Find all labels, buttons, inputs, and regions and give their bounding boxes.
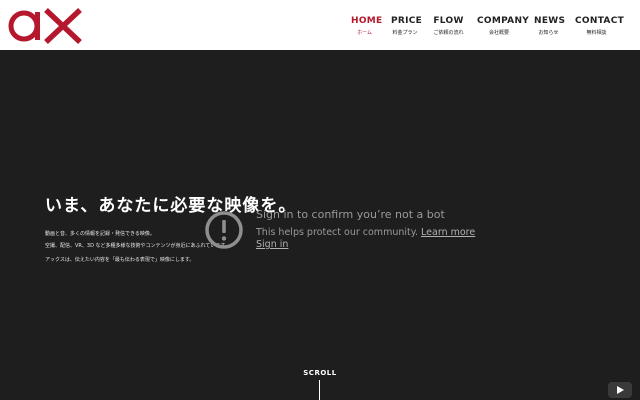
- nav-item-sublabel: 無料相談: [586, 30, 607, 36]
- scroll-label: SCROLL: [303, 369, 337, 377]
- nav-item-label: NEWS: [534, 16, 566, 26]
- nav-item-sublabel: ホーム: [357, 30, 372, 36]
- nav-item-flow[interactable]: FLOW ご依頼の流れ: [432, 15, 465, 37]
- nav-item-label: PRICE: [391, 16, 423, 26]
- learn-more-link[interactable]: Learn more: [421, 227, 475, 238]
- video-play-button[interactable]: [608, 382, 632, 398]
- bot-check-title: Sign in to confirm you’re not a bot: [256, 208, 445, 221]
- play-icon: [617, 386, 624, 394]
- hero-description-line: アックスは、伝えたい内容を「最も伝わる表現で」映像にします。: [45, 257, 195, 263]
- nav-item-sublabel: お知らせ: [538, 30, 559, 36]
- main-nav: HOME ホーム PRICE 料金プラン FLOW ご依頼の流れ COMPANY…: [0, 15, 640, 45]
- nav-item-contact[interactable]: CONTACT 無料相談: [575, 15, 625, 37]
- nav-item-company[interactable]: COMPANY 会社概要: [477, 15, 530, 37]
- nav-item-label: FLOW: [433, 16, 464, 26]
- nav-item-sublabel: ご依頼の流れ: [433, 30, 464, 36]
- hero-description-line: 動画と音、多くの情報を記録・発信できる映像。: [45, 231, 155, 237]
- bot-check-message: This helps protect our community.: [256, 227, 419, 238]
- nav-item-price[interactable]: PRICE 料金プラン: [391, 15, 423, 37]
- nav-item-home[interactable]: HOME ホーム: [351, 15, 383, 37]
- site-header: HOME ホーム PRICE 料金プラン FLOW ご依頼の流れ COMPANY…: [0, 0, 640, 50]
- alert-circle-icon: [204, 210, 244, 254]
- hero-description-line: 空撮、配信、VR、3D など多種多様な技術やコンテンツが身近にあふれています。: [45, 243, 230, 249]
- scroll-indicator-line: [319, 380, 320, 400]
- sign-in-link[interactable]: Sign in: [256, 239, 288, 251]
- nav-item-label: COMPANY: [477, 16, 530, 26]
- nav-item-sublabel: 料金プラン: [392, 30, 418, 36]
- nav-item-label: CONTACT: [575, 16, 625, 26]
- bot-check-text: This helps protect our community. Learn …: [256, 227, 475, 239]
- nav-item-label: HOME: [351, 16, 383, 26]
- nav-item-sublabel: 会社概要: [488, 30, 509, 36]
- nav-item-news[interactable]: NEWS お知らせ: [534, 15, 566, 37]
